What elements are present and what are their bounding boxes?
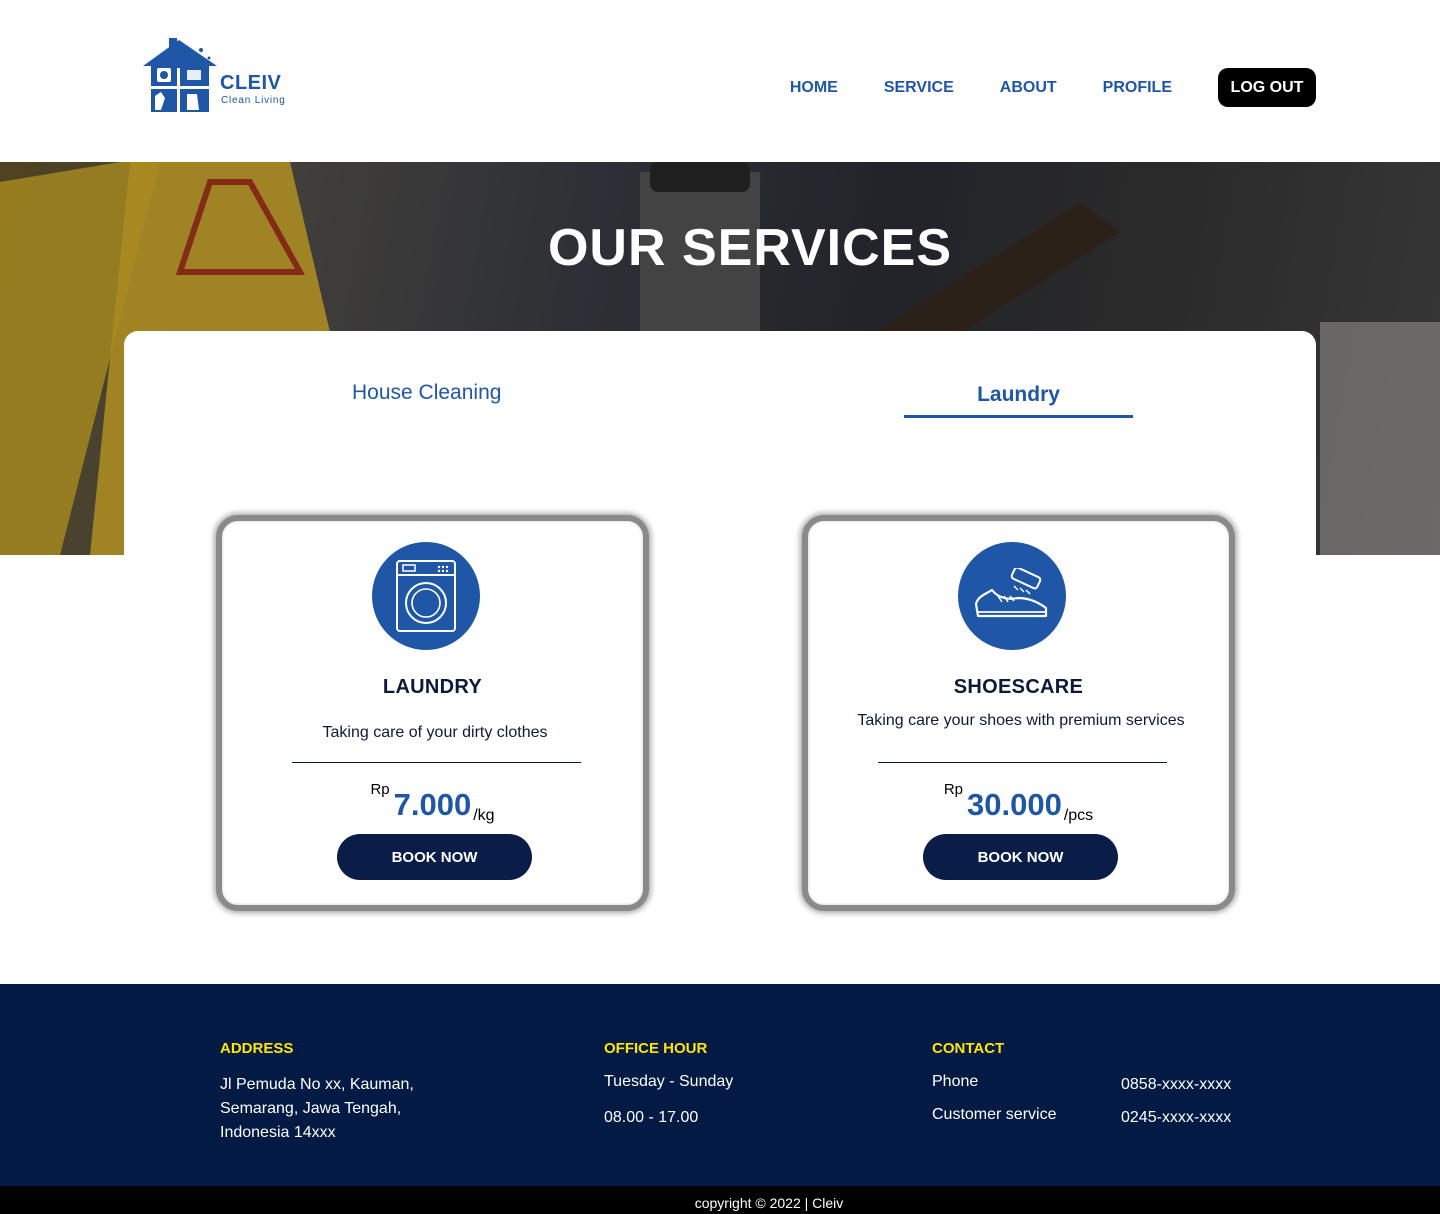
address-heading: ADDRESS (220, 1040, 294, 1057)
tab-laundry[interactable]: Laundry (904, 383, 1133, 418)
copyright-bar: copyright © 2022 | Cleiv (0, 1186, 1440, 1214)
address-line-2: Semarang, Jawa Tengah, (220, 1100, 402, 1117)
logout-button[interactable]: LOG OUT (1218, 68, 1316, 107)
price-currency: Rp (943, 781, 963, 798)
price: Rp 30.000 /pcs (808, 779, 1229, 825)
card-title: SHOESCARE (953, 676, 1084, 698)
price: Rp 7.000 /kg (222, 779, 643, 825)
phone-label: Phone (932, 1073, 979, 1090)
house-logo-icon (143, 38, 217, 112)
nav-about[interactable]: ABOUT (1000, 79, 1057, 97)
office-days: Tuesday - Sunday (604, 1073, 734, 1090)
price-unit: /kg (473, 807, 495, 824)
divider (878, 762, 1167, 763)
customer-service-value[interactable]: 0245-xxxx-xxxx (1121, 1106, 1231, 1130)
main-nav: HOME SERVICE ABOUT PROFILE LOG OUT (790, 68, 1316, 107)
customer-service-label: Customer service (932, 1106, 1057, 1123)
page-title: OUR SERVICES (547, 219, 953, 277)
tab-house-cleaning[interactable]: House Cleaning (352, 381, 501, 405)
price-currency: Rp (370, 781, 390, 798)
address-line-1: Jl Pemuda No xx, Kauman, (220, 1076, 414, 1093)
card-description: Taking care of your dirty clothes (322, 724, 548, 741)
shoe-brush-icon (958, 542, 1066, 650)
price-value: 30.000 (967, 787, 1062, 822)
phone-value[interactable]: 0858-xxxx-xxxx (1121, 1073, 1231, 1097)
contact-heading: CONTACT (932, 1040, 1005, 1057)
divider (292, 762, 581, 763)
book-now-button-shoescare[interactable]: BOOK NOW (923, 834, 1118, 880)
price-unit: /pcs (1063, 807, 1094, 824)
price-value: 7.000 (393, 787, 472, 822)
card-title: LAUNDRY (382, 676, 483, 698)
nav-profile[interactable]: PROFILE (1103, 79, 1172, 97)
cleiv-logo[interactable]: CLEIV Clean Living (139, 36, 299, 116)
site-header: CLEIV Clean Living HOME SERVICE ABOUT PR… (0, 0, 1440, 162)
office-hour-heading: OFFICE HOUR (604, 1040, 708, 1057)
book-now-button-laundry[interactable]: BOOK NOW (337, 834, 532, 880)
logo-name: CLEIV (220, 72, 282, 94)
service-card-laundry: LAUNDRY Taking care of your dirty clothe… (216, 515, 649, 911)
office-time: 08.00 - 17.00 (604, 1109, 699, 1126)
site-footer: ADDRESS Jl Pemuda No xx, Kauman, Semaran… (0, 984, 1440, 1186)
nav-service[interactable]: SERVICE (884, 79, 954, 97)
nav-home[interactable]: HOME (790, 79, 838, 97)
service-card-shoescare: SHOESCARE Taking care your shoes with pr… (802, 515, 1235, 911)
address-line-3: Indonesia 14xxx (220, 1124, 336, 1141)
logo-tagline: Clean Living (221, 95, 286, 106)
washing-machine-icon (372, 542, 480, 650)
card-description: Taking care your shoes with premium serv… (857, 712, 1185, 729)
